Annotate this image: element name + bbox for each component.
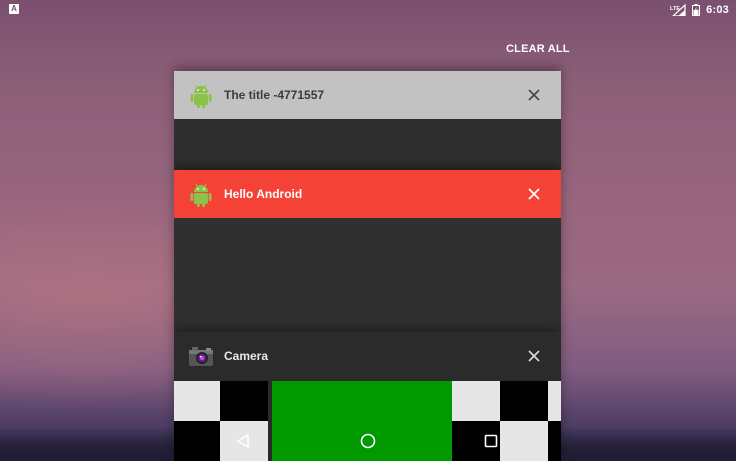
close-icon[interactable]: [526, 87, 542, 103]
camera-icon: [189, 347, 213, 366]
home-icon[interactable]: [358, 431, 378, 451]
navigation-bar: [0, 421, 736, 461]
back-icon[interactable]: [233, 431, 253, 451]
checker-cell: [174, 381, 222, 421]
task-card-header[interactable]: Camera: [174, 332, 561, 380]
status-bar: A LTE 6:03: [0, 0, 736, 20]
battery-icon: [692, 4, 701, 16]
task-title: Hello Android: [224, 187, 303, 201]
recents-icon[interactable]: [481, 431, 501, 451]
notification-a-icon: A: [9, 4, 19, 14]
checker-cell: [500, 381, 548, 421]
android-robot-icon: [190, 183, 212, 207]
android-robot-icon: [190, 84, 212, 108]
checker-cell: [452, 381, 500, 421]
checker-cell: [220, 381, 268, 421]
task-card-header[interactable]: The title -4771557: [174, 71, 561, 119]
checker-cell: [548, 381, 561, 421]
close-icon[interactable]: [526, 186, 542, 202]
status-icons: LTE 6:03: [670, 3, 729, 17]
lte-signal-icon: LTE: [670, 4, 686, 16]
clear-all-button[interactable]: CLEAR ALL: [506, 43, 570, 55]
task-title: The title -4771557: [224, 88, 325, 102]
task-title: Camera: [224, 349, 269, 363]
task-card-header[interactable]: Hello Android: [174, 170, 561, 218]
task-card-hello-android[interactable]: Hello Android: [174, 170, 561, 334]
status-clock: 6:03: [706, 4, 729, 16]
task-card-title[interactable]: The title -4771557: [174, 71, 561, 171]
close-icon[interactable]: [526, 348, 542, 364]
